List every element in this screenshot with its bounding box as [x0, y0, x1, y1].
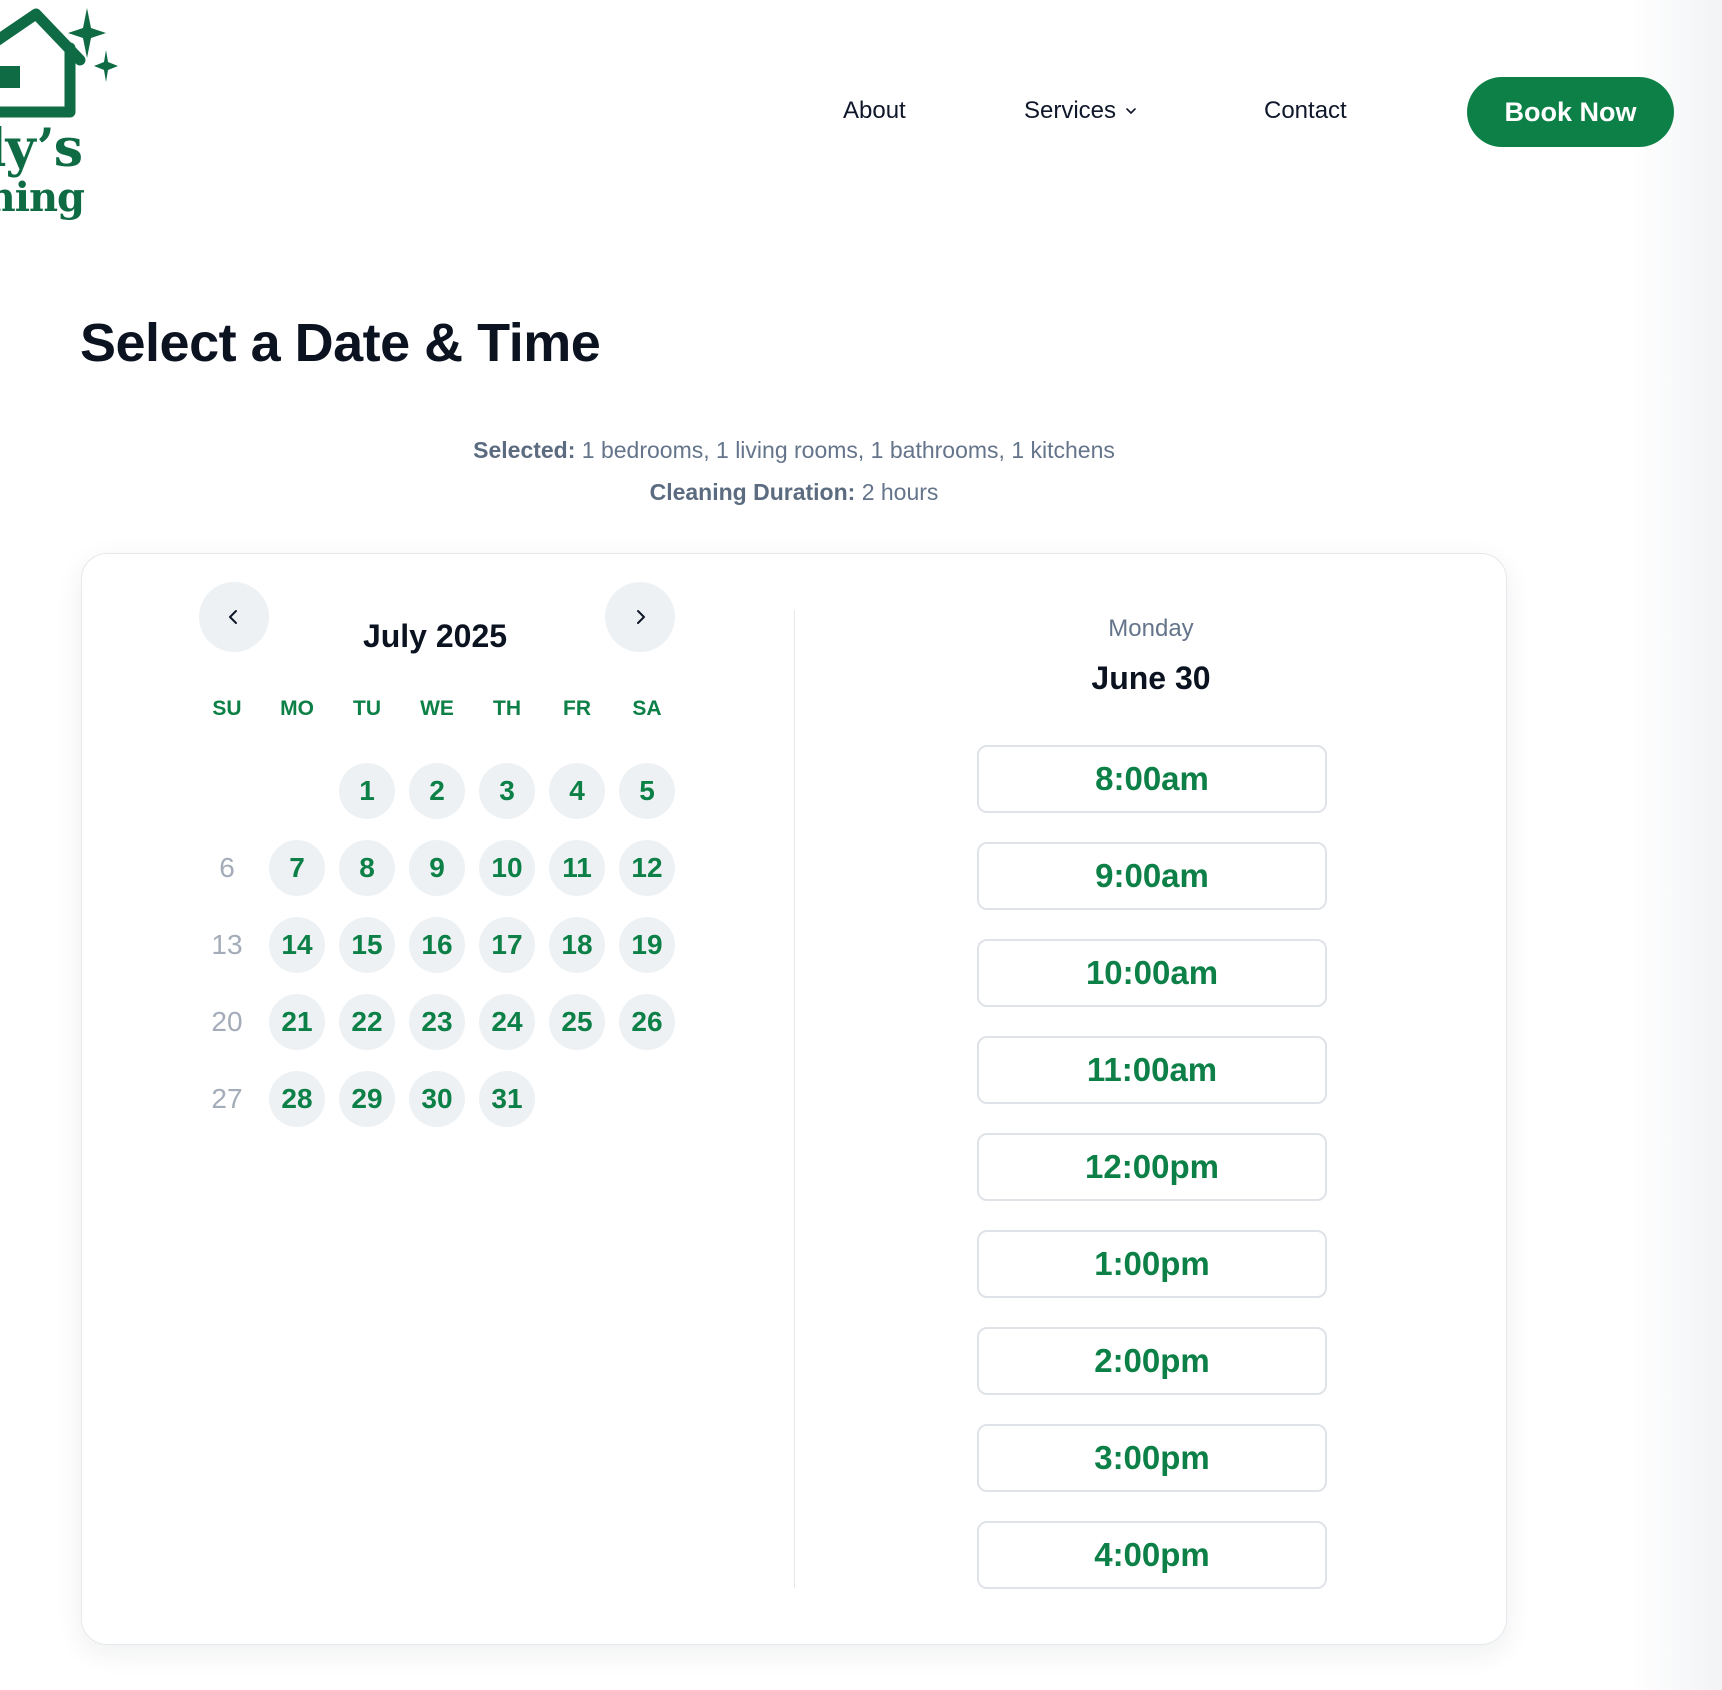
calendar-day[interactable]: 15: [339, 917, 395, 973]
calendar-day[interactable]: 31: [479, 1071, 535, 1127]
calendar-day[interactable]: 26: [619, 994, 675, 1050]
calendar-day[interactable]: 24: [479, 994, 535, 1050]
duration-label: Cleaning Duration:: [649, 479, 856, 505]
calendar-day[interactable]: 10: [479, 840, 535, 896]
nav-contact-link[interactable]: Contact: [1264, 97, 1347, 125]
calendar-day-disabled: 6: [219, 852, 235, 883]
weekday-label: MO: [280, 697, 314, 720]
brand-logo[interactable]: ly’s aning: [0, 0, 130, 225]
duration-value: 2 hours: [861, 479, 939, 505]
calendar-day[interactable]: 29: [339, 1071, 395, 1127]
weekday-label: TU: [353, 697, 381, 720]
nav-services-label: Services: [1024, 97, 1117, 124]
card-divider: [794, 610, 795, 1588]
month-label: July 2025: [362, 618, 508, 654]
calendar-day[interactable]: 19: [619, 917, 675, 973]
page-title: Select a Date & Time: [80, 313, 601, 373]
calendar-day[interactable]: 1: [339, 763, 395, 819]
book-now-button[interactable]: Book Now: [1467, 77, 1674, 147]
calendar-day[interactable]: 16: [409, 917, 465, 973]
duration-summary: Cleaning Duration: 2 hours: [0, 479, 1588, 506]
time-slot-button[interactable]: 12:00pm: [977, 1133, 1327, 1201]
selection-summary: Selected: 1 bedrooms, 1 living rooms, 1 …: [0, 437, 1588, 464]
calendar-day[interactable]: 9: [409, 840, 465, 896]
calendar-day[interactable]: 14: [269, 917, 325, 973]
time-slot-button[interactable]: 3:00pm: [977, 1424, 1327, 1492]
calendar-day[interactable]: 23: [409, 994, 465, 1050]
calendar-day-disabled: 13: [211, 929, 243, 960]
selected-weekday: Monday: [1108, 615, 1194, 642]
weekday-label: SU: [212, 697, 242, 720]
weekday-label: WE: [420, 697, 454, 720]
nav-about-link[interactable]: About: [843, 97, 906, 125]
booking-card: July 2025 SU MO TU WE TH FR SA 1 2 3 4 5 6 7 8 9 10 11 12…: [81, 553, 1507, 1645]
time-slot-button[interactable]: 8:00am: [977, 745, 1327, 813]
calendar-day-disabled: 20: [211, 1006, 243, 1037]
house-sparkle-icon: [0, 8, 118, 118]
brand-name-line2: aning: [0, 174, 85, 221]
weekday-label: SA: [632, 697, 662, 720]
calendar-day[interactable]: 3: [479, 763, 535, 819]
next-month-button[interactable]: [605, 582, 675, 652]
time-slot-button[interactable]: 1:00pm: [977, 1230, 1327, 1298]
selected-value: 1 bedrooms, 1 living rooms, 1 bathrooms,…: [581, 437, 1115, 463]
calendar-day[interactable]: 2: [409, 763, 465, 819]
calendar-day[interactable]: 30: [409, 1071, 465, 1127]
calendar-day[interactable]: 18: [549, 917, 605, 973]
selected-date: June 30: [1091, 660, 1211, 696]
calendar-day[interactable]: 12: [619, 840, 675, 896]
calendar-day[interactable]: 4: [549, 763, 605, 819]
calendar-day-disabled: 27: [211, 1083, 243, 1114]
time-slot-button[interactable]: 2:00pm: [977, 1327, 1327, 1395]
calendar-day[interactable]: 17: [479, 917, 535, 973]
calendar-day[interactable]: 8: [339, 840, 395, 896]
calendar-day[interactable]: 7: [269, 840, 325, 896]
weekday-label: TH: [493, 697, 521, 720]
calendar-day[interactable]: 22: [339, 994, 395, 1050]
weekday-label: FR: [563, 697, 591, 720]
brand-name-line1: ly’s: [0, 118, 83, 179]
chevron-right-icon: [637, 610, 645, 624]
time-slot-button[interactable]: 9:00am: [977, 842, 1327, 910]
calendar-day[interactable]: 11: [549, 840, 605, 896]
nav-services-link[interactable]: Services: [1024, 97, 1138, 125]
page-edge-shade: [1632, 0, 1722, 1690]
time-slot-button[interactable]: 4:00pm: [977, 1521, 1327, 1589]
calendar-day[interactable]: 25: [549, 994, 605, 1050]
time-slot-button[interactable]: 11:00am: [977, 1036, 1327, 1104]
selected-label: Selected:: [473, 437, 576, 463]
calendar-day[interactable]: 5: [619, 763, 675, 819]
chevron-down-icon: [1126, 108, 1136, 114]
time-slot-button[interactable]: 10:00am: [977, 939, 1327, 1007]
calendar-day[interactable]: 28: [269, 1071, 325, 1127]
calendar-day[interactable]: 21: [269, 994, 325, 1050]
